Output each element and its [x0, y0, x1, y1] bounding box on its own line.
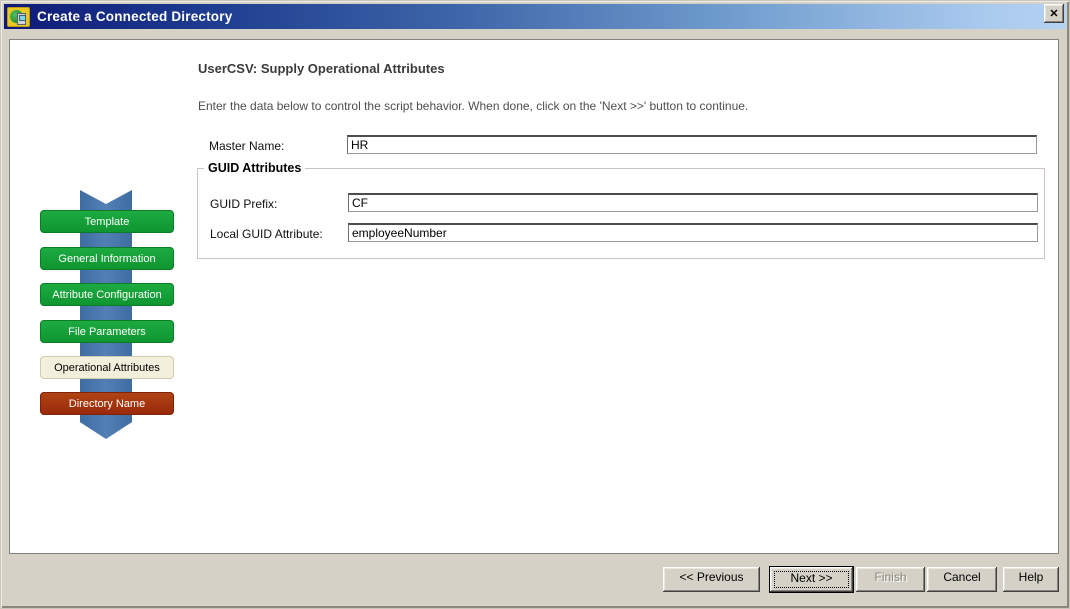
- app-icon: [7, 7, 30, 27]
- local-guid-attribute-label: Local GUID Attribute:: [210, 227, 323, 241]
- finish-button: Finish: [856, 567, 925, 592]
- computer-icon: [17, 13, 26, 25]
- next-button[interactable]: Next >>: [769, 566, 854, 593]
- wizard-step-operational-attributes: Operational Attributes: [40, 356, 174, 379]
- wizard-step-directory-name: Directory Name: [40, 392, 174, 415]
- master-name-input[interactable]: [347, 135, 1037, 154]
- page-instruction: Enter the data below to control the scri…: [198, 99, 748, 113]
- wizard-step-attribute-configuration: Attribute Configuration: [40, 283, 174, 306]
- window-title: Create a Connected Directory: [37, 9, 232, 24]
- guid-prefix-label: GUID Prefix:: [210, 197, 277, 211]
- content-panel: UserCSV: Supply Operational Attributes E…: [9, 39, 1059, 554]
- page-title: UserCSV: Supply Operational Attributes: [198, 61, 445, 76]
- previous-button[interactable]: << Previous: [663, 567, 760, 592]
- wizard-step-file-parameters: File Parameters: [40, 320, 174, 343]
- titlebar: Create a Connected Directory: [4, 4, 1066, 29]
- local-guid-attribute-input[interactable]: [348, 223, 1038, 242]
- close-icon: ✕: [1049, 7, 1058, 20]
- wizard-step-label: File Parameters: [68, 326, 146, 338]
- guid-groupbox-title: GUID Attributes: [204, 161, 305, 175]
- wizard-step-template: Template: [40, 210, 174, 233]
- wizard-step-label: Attribute Configuration: [52, 289, 161, 301]
- guid-prefix-input[interactable]: [348, 193, 1038, 212]
- wizard-step-general-information: General Information: [40, 247, 174, 270]
- wizard-step-label: General Information: [58, 253, 155, 265]
- dialog-window: Create a Connected Directory ✕ UserCSV: …: [0, 0, 1070, 609]
- close-button[interactable]: ✕: [1044, 4, 1064, 23]
- guid-attributes-groupbox: GUID Attributes GUID Prefix: Local GUID …: [197, 168, 1045, 259]
- wizard-step-label: Operational Attributes: [54, 362, 160, 374]
- wizard-step-label: Directory Name: [69, 398, 145, 410]
- wizard-step-label: Template: [85, 216, 130, 228]
- help-button[interactable]: Help: [1003, 567, 1059, 592]
- focus-rectangle: [774, 571, 849, 588]
- cancel-button[interactable]: Cancel: [927, 567, 997, 592]
- master-name-label: Master Name:: [209, 139, 284, 153]
